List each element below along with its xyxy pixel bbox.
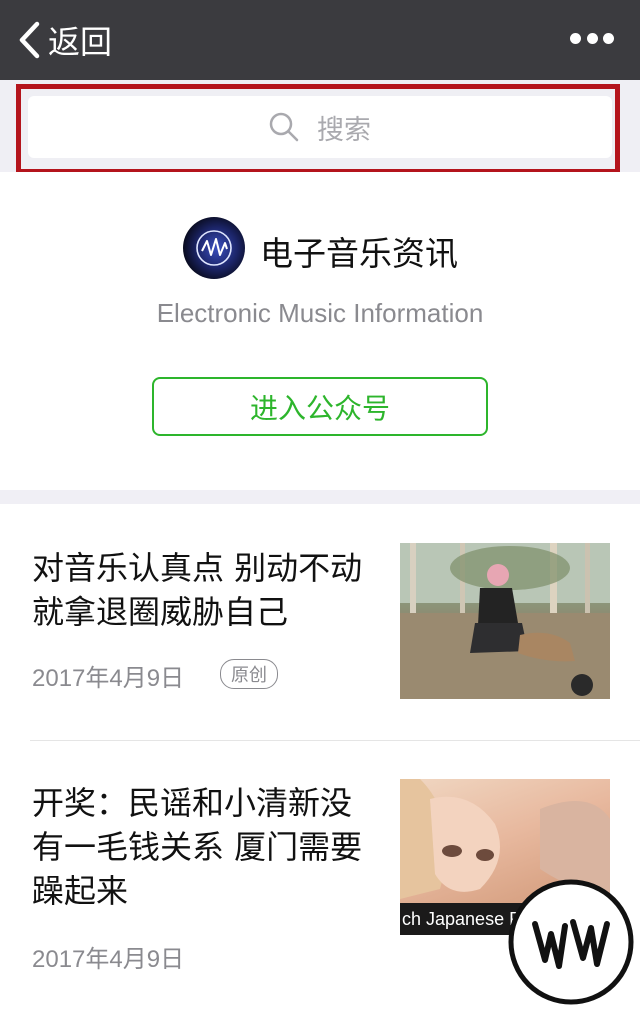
article-date: 2017年4月9日 bbox=[32, 946, 185, 973]
more-dot-icon bbox=[603, 32, 614, 44]
navigation-bar: 返回 bbox=[0, 0, 640, 80]
more-dot-icon bbox=[586, 32, 598, 44]
article-title: 开奖：民谣和小清新没有一毛钱关系 厦门需要躁起来 bbox=[32, 784, 363, 910]
account-profile: 电子音乐资讯 Electronic Music Information 进入公众… bbox=[0, 172, 640, 490]
logo-icon bbox=[196, 230, 232, 266]
search-input[interactable]: 搜索 bbox=[28, 96, 612, 158]
more-dot-icon bbox=[570, 32, 581, 44]
account-subtitle: Electronic Music Information bbox=[156, 298, 484, 328]
list-item[interactable]: 对音乐认真点 别动不动就拿退圈威胁自己 2017年4月9日 原创 bbox=[0, 504, 640, 740]
article-title: 对音乐认真点 别动不动就拿退圈威胁自己 bbox=[32, 549, 363, 631]
article-date: 2017年4月9日 bbox=[32, 665, 185, 692]
account-avatar[interactable] bbox=[183, 217, 245, 279]
back-button[interactable]: 返回 bbox=[18, 18, 112, 62]
watermark-logo-icon bbox=[508, 879, 634, 1005]
article-thumbnail bbox=[400, 543, 610, 699]
account-name: 电子音乐资讯 bbox=[260, 234, 458, 273]
back-label: 返回 bbox=[48, 23, 113, 61]
original-badge: 原创 bbox=[220, 659, 278, 689]
enter-account-button[interactable]: 进入公众号 bbox=[152, 377, 488, 436]
thumbnail-image bbox=[400, 543, 610, 699]
chevron-left-icon bbox=[19, 21, 40, 59]
search-placeholder: 搜索 bbox=[317, 114, 371, 146]
search-icon bbox=[269, 112, 299, 142]
more-options-button[interactable] bbox=[570, 28, 614, 48]
